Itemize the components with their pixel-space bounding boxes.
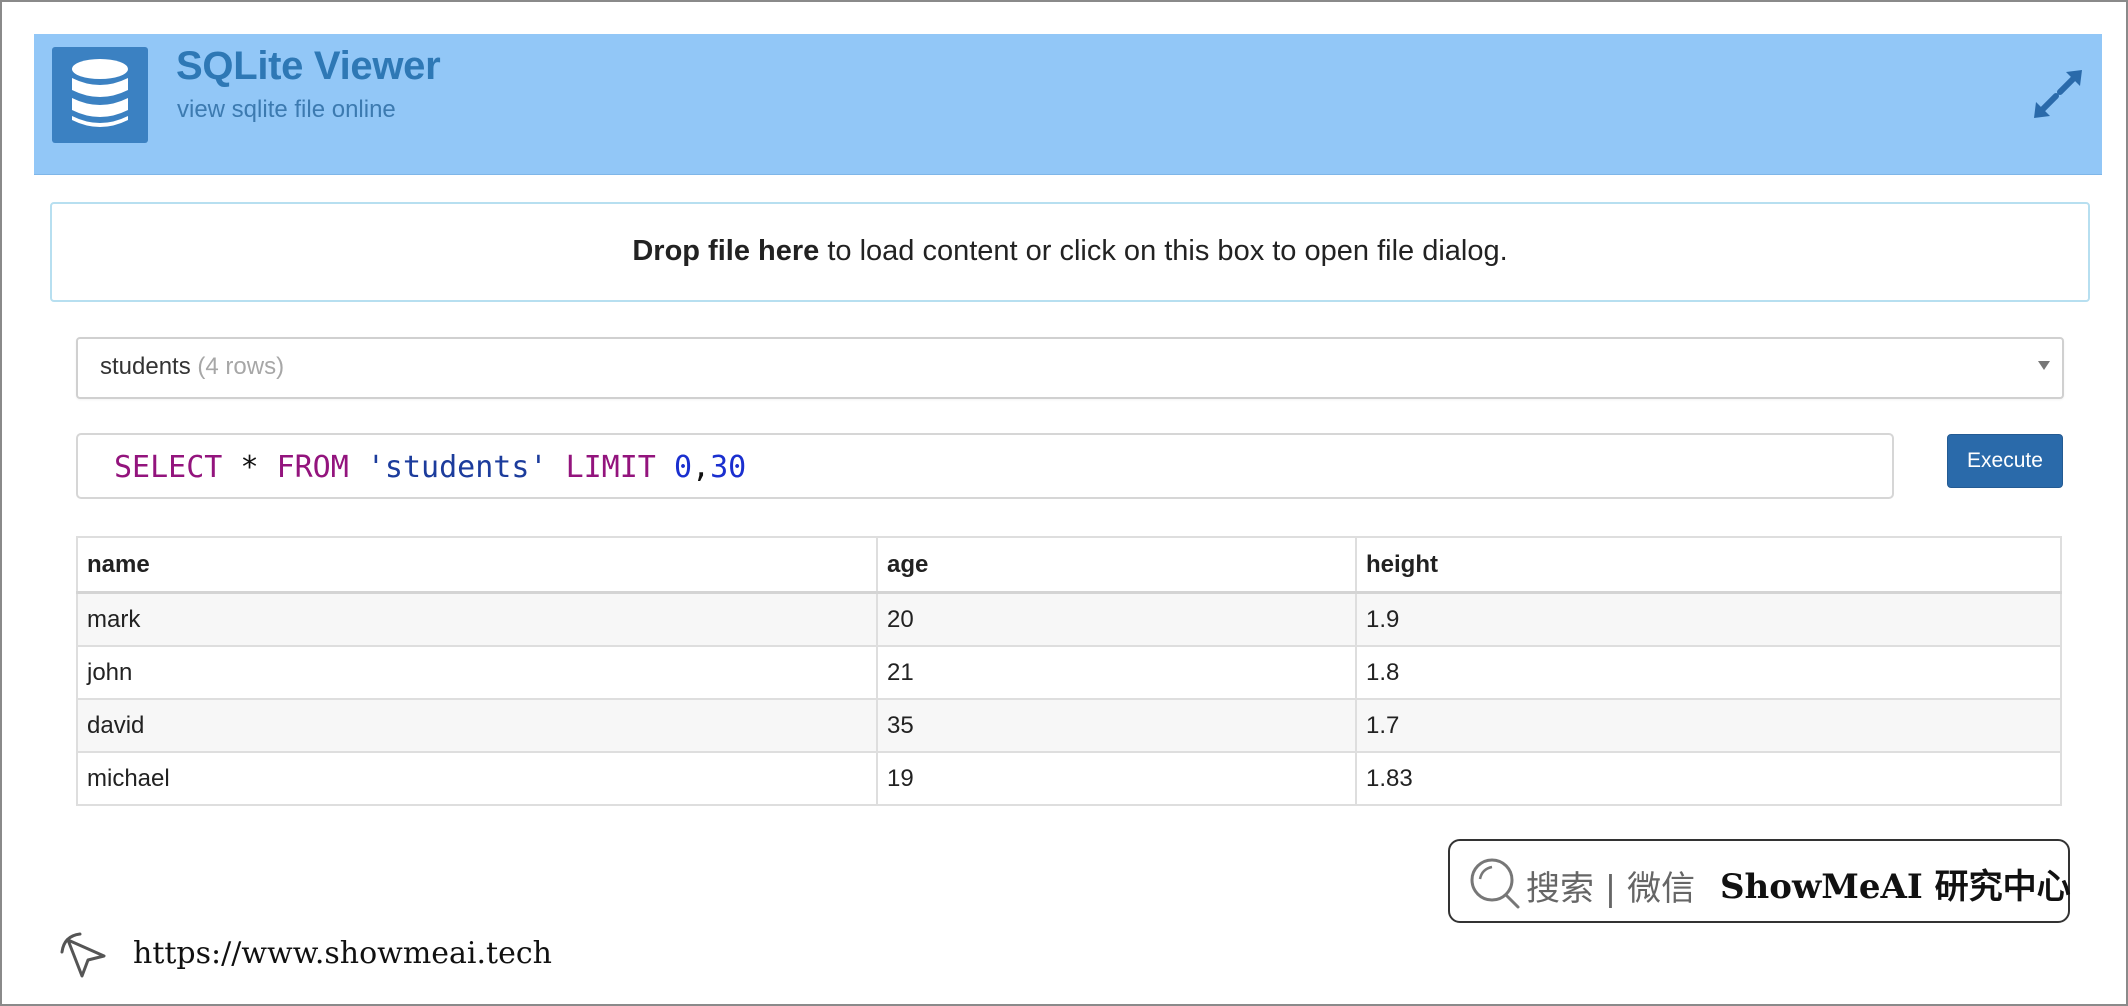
results-table: name age height mark 20 1.9 john 21 1.8 … — [76, 536, 2062, 806]
sql-keyword-select: SELECT — [114, 450, 223, 485]
table-select-label: students (4 rows) — [100, 353, 284, 381]
cell-name: mark — [76, 591, 878, 647]
cell-name: david — [76, 698, 878, 753]
table-row: michael 19 1.83 — [76, 751, 2062, 806]
cursor-pointer-icon — [60, 932, 106, 978]
cell-height: 1.8 — [1355, 645, 2062, 700]
cell-name: michael — [76, 751, 878, 806]
watermark-brand-text: ShowMeAI 研究中心 — [1720, 867, 2071, 907]
row-count-label: (4 rows) — [197, 353, 285, 380]
cell-height: 1.83 — [1355, 751, 2062, 806]
execute-button[interactable]: Execute — [1947, 434, 2063, 488]
expand-arrows-icon — [2034, 70, 2082, 118]
sql-keyword-from: FROM — [276, 450, 349, 485]
cell-age: 21 — [876, 645, 1357, 700]
column-header-name: name — [76, 536, 878, 594]
file-drop-zone[interactable]: Drop file here to load content or click … — [50, 202, 2090, 302]
table-row: david 35 1.7 — [76, 698, 2062, 753]
dropdown-arrow-icon — [2038, 361, 2050, 370]
watermark-badge: 搜索 | 微信 ShowMeAI 研究中心 — [1448, 839, 2071, 923]
sql-query-editor[interactable]: SELECT * FROM 'students' LIMIT 0,30 — [76, 433, 1894, 499]
table-header-row: name age height — [76, 536, 2062, 594]
selected-table-name: students — [100, 353, 191, 380]
sql-limit-count: 30 — [710, 450, 747, 485]
dropzone-text: Drop file here to load content or click … — [52, 235, 2088, 268]
fullscreen-button[interactable] — [2032, 68, 2084, 120]
cell-name: john — [76, 645, 878, 700]
database-icon — [72, 59, 128, 127]
column-header-age: age — [876, 536, 1357, 594]
cell-height: 1.9 — [1355, 591, 2062, 647]
app-header: SQLite Viewer view sqlite file online — [34, 34, 2102, 175]
app-logo — [52, 47, 148, 143]
sql-keyword-limit: LIMIT — [565, 450, 656, 485]
dropzone-bold-text: Drop file here — [632, 235, 820, 267]
cell-age: 35 — [876, 698, 1357, 753]
table-row: john 21 1.8 — [76, 645, 2062, 700]
sql-limit-offset: 0 — [673, 450, 692, 485]
cell-height: 1.7 — [1355, 698, 2062, 753]
column-header-height: height — [1355, 536, 2062, 594]
cell-age: 19 — [876, 751, 1357, 806]
search-icon — [1470, 858, 1520, 909]
table-row: mark 20 1.9 — [76, 591, 2062, 647]
sql-comma: , — [692, 450, 711, 485]
watermark-search-text: 搜索 | 微信 — [1526, 869, 1696, 909]
sql-table-literal: 'students' — [366, 450, 548, 485]
dropzone-rest-text: to load content or click on this box to … — [819, 235, 1508, 267]
table-select-dropdown[interactable]: students (4 rows) — [76, 337, 2064, 399]
page-frame: SQLite Viewer view sqlite file online Dr… — [0, 0, 2128, 1006]
app-title: SQLite Viewer — [176, 44, 441, 88]
cell-age: 20 — [876, 591, 1357, 647]
app-subtitle: view sqlite file online — [177, 96, 396, 123]
sql-query-text: SELECT * FROM 'students' LIMIT 0,30 — [114, 450, 746, 485]
sql-star: * — [240, 450, 259, 485]
footer-url: https://www.showmeai.tech — [133, 936, 552, 971]
